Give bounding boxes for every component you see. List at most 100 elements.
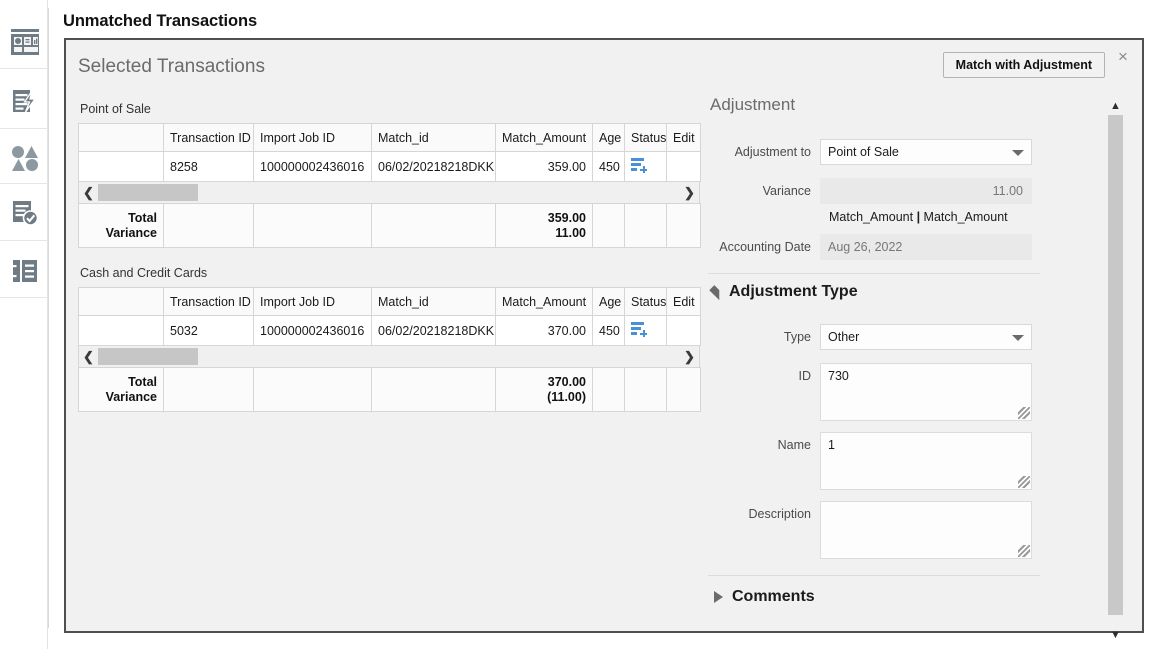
chevron-down-icon — [1012, 150, 1024, 156]
list-add-icon[interactable] — [631, 158, 647, 173]
scroll-down-icon[interactable]: ▼ — [1107, 627, 1124, 642]
adjustment-type-section-header[interactable]: Adjustment Type — [709, 283, 858, 301]
totals-cell-import-job-id — [253, 367, 372, 412]
match-amount-link-left[interactable]: Match_Amount — [829, 210, 913, 224]
adjustment-to-select[interactable]: Point of Sale — [820, 139, 1032, 165]
scroll-right-icon[interactable]: ❯ — [680, 182, 699, 203]
panel-vertical-scrollbar[interactable]: ▲ ▼ — [1107, 98, 1124, 641]
cell-import-job-id: 100000002436016 — [253, 151, 372, 182]
type-label: Type — [783, 330, 811, 344]
table-header-row: Transaction ID Import Job ID Match_id Ma… — [78, 287, 701, 316]
totals-cell-age — [592, 367, 625, 412]
column-header-match-id[interactable]: Match_id — [371, 287, 496, 316]
section-divider — [708, 273, 1040, 274]
totals-cell-match-id — [371, 203, 496, 248]
id-textarea[interactable]: 730 — [820, 363, 1032, 421]
scrollbar-thumb[interactable] — [98, 348, 198, 365]
sidebar-item-approved-tasks[interactable] — [5, 195, 45, 235]
column-header-select[interactable] — [78, 287, 164, 316]
scrollbar-thumb[interactable] — [98, 184, 198, 201]
selected-transactions-dialog: Selected Transactions Match with Adjustm… — [64, 38, 1144, 641]
quick-actions-icon — [10, 86, 40, 121]
triangle-down-icon — [709, 285, 725, 301]
list-add-icon[interactable] — [631, 322, 647, 337]
comments-title: Comments — [732, 588, 815, 605]
scrollbar-track[interactable] — [98, 346, 680, 367]
table-section-point-of-sale: Point of Sale Transaction ID Import Job … — [78, 102, 703, 248]
scrollbar-track[interactable] — [98, 182, 680, 203]
type-row: Type Other — [708, 324, 1032, 350]
totals-amount-line2: (11.00) — [547, 389, 586, 404]
match-with-adjustment-button[interactable]: Match with Adjustment — [942, 52, 1105, 78]
column-header-edit[interactable]: Edit — [666, 123, 701, 152]
resize-grip-icon[interactable] — [1018, 476, 1030, 488]
accounting-date-row: Accounting Date Aug 26, 2022 — [708, 234, 1032, 260]
cell-match-amount: 359.00 — [495, 151, 593, 182]
column-header-match-amount[interactable]: Match_Amount — [495, 287, 593, 316]
cell-edit[interactable] — [666, 151, 701, 182]
totals-label-line1: Total — [128, 210, 157, 225]
description-textarea[interactable] — [820, 501, 1032, 559]
cell-edit[interactable] — [666, 315, 701, 346]
scroll-left-icon[interactable]: ❮ — [79, 182, 98, 203]
adjustment-type-title: Adjustment Type — [729, 283, 858, 300]
column-header-status[interactable]: Status — [624, 123, 667, 152]
scroll-right-icon[interactable]: ❯ — [680, 346, 699, 367]
page-title: Unmatched Transactions — [63, 12, 258, 30]
sidebar-item-dashboard[interactable] — [5, 25, 45, 65]
table-row[interactable]: 8258 100000002436016 06/02/20218218DKK 3… — [78, 151, 701, 182]
variance-row: Variance 11.00 — [708, 178, 1032, 204]
match-amount-link-right[interactable]: Match_Amount — [924, 210, 1008, 224]
adjustment-to-row: Adjustment to Point of Sale — [708, 139, 1032, 165]
dashboard-icon — [9, 28, 41, 63]
id-label: ID — [798, 369, 812, 383]
column-header-age[interactable]: Age — [592, 123, 625, 152]
adjustment-pane: Adjustment Adjustment to Point of Sale V… — [708, 95, 1108, 620]
table-row[interactable]: 5032 100000002436016 06/02/20218218DKK 3… — [78, 315, 701, 346]
totals-label: Total Variance — [78, 367, 164, 412]
sidebar-rail — [0, 0, 48, 649]
sidebar-item-shapes[interactable] — [5, 140, 45, 180]
triangle-right-icon — [714, 591, 723, 603]
name-textarea[interactable]: 1 — [820, 432, 1032, 490]
close-icon[interactable]: × — [1112, 46, 1134, 68]
column-header-import-job-id[interactable]: Import Job ID — [253, 123, 372, 152]
table-caption: Point of Sale — [80, 102, 151, 116]
cash-and-credit-cards-totals: Total Variance 370.00 (11.00) — [78, 367, 701, 412]
cell-transaction-id: 8258 — [163, 151, 254, 182]
type-select[interactable]: Other — [820, 324, 1032, 350]
name-label: Name — [777, 438, 811, 452]
totals-cell-edit — [666, 367, 701, 412]
column-header-match-amount[interactable]: Match_Amount — [495, 123, 593, 152]
column-header-transaction-id[interactable]: Transaction ID — [163, 123, 254, 152]
totals-match-amount: 370.00 (11.00) — [495, 367, 593, 412]
column-header-edit[interactable]: Edit — [666, 287, 701, 316]
id-value: 730 — [828, 369, 849, 383]
table-horizontal-scrollbar[interactable]: ❮ ❯ — [78, 182, 700, 203]
resize-grip-icon[interactable] — [1018, 407, 1030, 419]
cell-status[interactable] — [624, 151, 667, 182]
resize-grip-icon[interactable] — [1018, 545, 1030, 557]
cell-import-job-id: 100000002436016 — [253, 315, 372, 346]
totals-amount-line2: 11.00 — [555, 225, 586, 240]
column-header-transaction-id[interactable]: Transaction ID — [163, 287, 254, 316]
sidebar-item-quick-actions[interactable] — [5, 83, 45, 123]
totals-amount-line1: 370.00 — [547, 374, 586, 389]
cell-select[interactable] — [78, 315, 164, 346]
scroll-left-icon[interactable]: ❮ — [79, 346, 98, 367]
table-horizontal-scrollbar[interactable]: ❮ ❯ — [78, 346, 700, 367]
column-header-match-id[interactable]: Match_id — [371, 123, 496, 152]
sidebar-item-reports[interactable] — [5, 253, 45, 293]
column-header-status[interactable]: Status — [624, 287, 667, 316]
match-amount-links: Match_Amount | Match_Amount — [829, 210, 1008, 224]
totals-amount-line1: 359.00 — [547, 210, 586, 225]
totals-match-amount: 359.00 11.00 — [495, 203, 593, 248]
cell-status[interactable] — [624, 315, 667, 346]
column-header-age[interactable]: Age — [592, 287, 625, 316]
comments-section-header[interactable]: Comments — [714, 588, 815, 606]
vertical-scrollbar-thumb[interactable] — [1108, 115, 1123, 615]
column-header-import-job-id[interactable]: Import Job ID — [253, 287, 372, 316]
scroll-up-icon[interactable]: ▲ — [1107, 98, 1124, 113]
cell-select[interactable] — [78, 151, 164, 182]
column-header-select[interactable] — [78, 123, 164, 152]
